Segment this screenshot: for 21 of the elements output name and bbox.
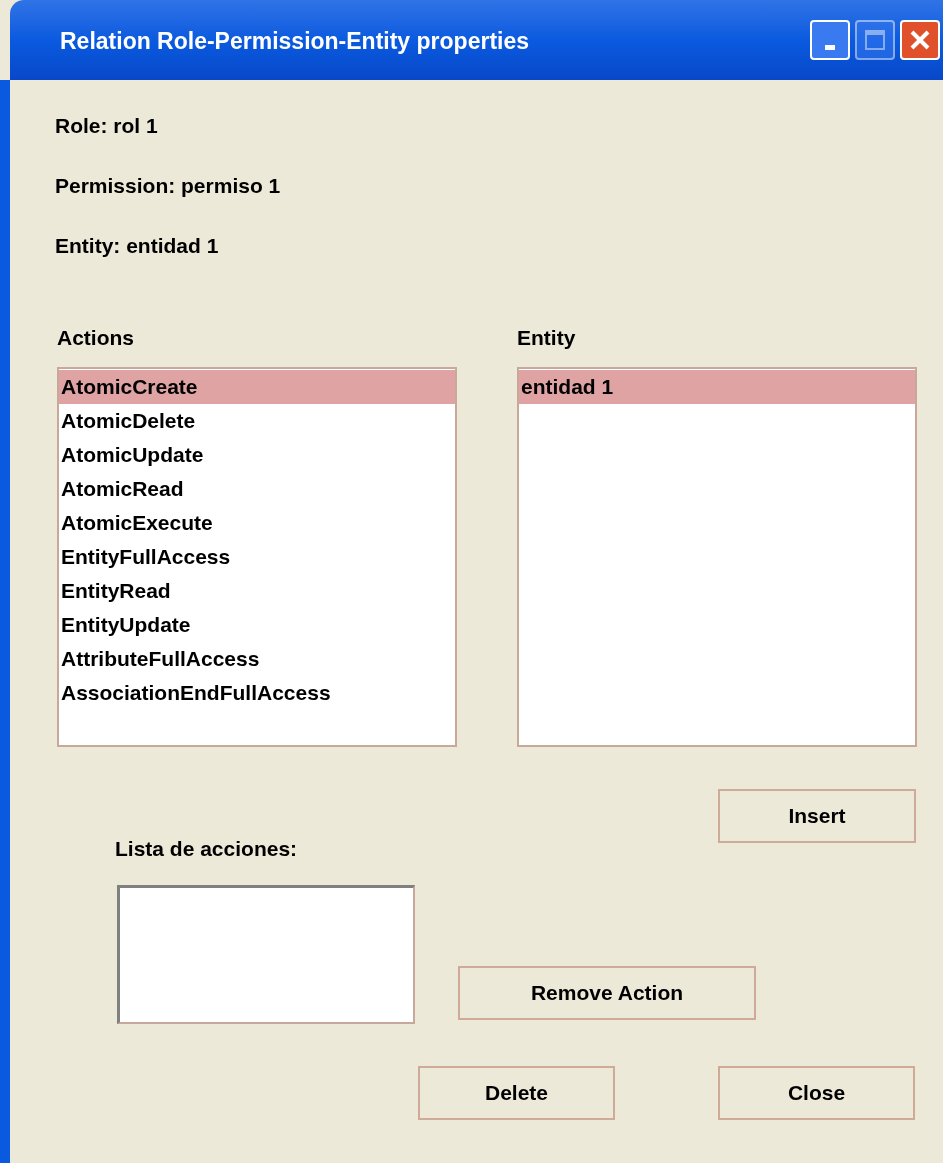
maximize-icon — [864, 29, 886, 51]
delete-button[interactable]: Delete — [418, 1066, 615, 1120]
window-title: Relation Role-Permission-Entity properties — [60, 27, 530, 57]
info-label: Entity: entidad 1 — [55, 233, 220, 256]
list-item[interactable]: entidad 1 — [519, 370, 915, 404]
close-icon — [908, 28, 932, 52]
actions-label: Actions — [57, 325, 135, 348]
list-item[interactable]: AtomicCreate — [59, 370, 455, 404]
close-button[interactable] — [900, 20, 940, 60]
close-button[interactable]: Close — [718, 1066, 915, 1120]
minimize-button[interactable] — [810, 20, 850, 60]
entity-label: Entity — [517, 325, 577, 348]
info-label: Role: rol 1 — [55, 113, 159, 136]
list-box[interactable]: AtomicCreate AtomicDelete AtomicUpdate AtomicRead AtomicExecute EntityFullAccess EntityRead EntityUpdate AttributeFullAccess AssociationEndFullAccess — [57, 367, 457, 747]
minimize-icon — [825, 44, 835, 50]
action-list-box[interactable] — [117, 885, 415, 1024]
list-box[interactable]: entidad 1 — [517, 367, 917, 747]
remove-action-button[interactable]: Remove Action — [458, 966, 756, 1020]
insert-button[interactable]: Insert — [718, 789, 916, 843]
action-list-label: Lista de acciones: — [115, 836, 298, 859]
info-label: Permission: permiso 1 — [55, 173, 282, 196]
